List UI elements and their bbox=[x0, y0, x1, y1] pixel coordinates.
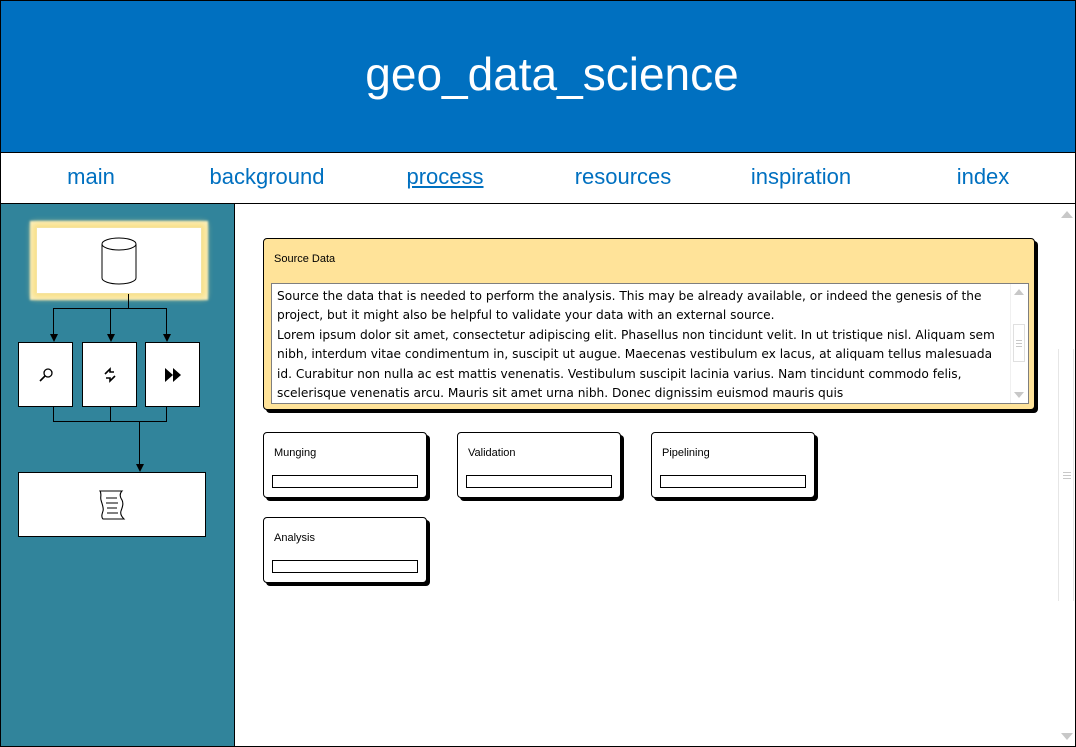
scroll-down-arrow-icon[interactable] bbox=[1014, 392, 1024, 398]
nav-link-process[interactable]: process bbox=[385, 164, 505, 190]
textarea-scrollbar[interactable] bbox=[1010, 284, 1028, 403]
nav-link-index[interactable]: index bbox=[923, 164, 1043, 190]
page-frame: geo_data_science main background process… bbox=[0, 0, 1076, 747]
flow-arrow bbox=[136, 464, 144, 472]
card-title: Validation bbox=[468, 447, 516, 459]
nav-link-resources[interactable]: resources bbox=[553, 164, 693, 190]
search-icon bbox=[38, 367, 53, 382]
card-input[interactable] bbox=[660, 475, 806, 488]
paragraph: Source the data that is needed to perfor… bbox=[277, 289, 982, 323]
flow-connector bbox=[53, 407, 54, 421]
fast-forward-icon bbox=[164, 367, 181, 382]
transform-icon bbox=[103, 366, 116, 383]
page-scrollbar[interactable] bbox=[1057, 204, 1075, 746]
grip-icon bbox=[1063, 472, 1071, 481]
source-data-card: Source Data Source the data that is need… bbox=[263, 238, 1035, 410]
paragraph: Lorem ipsum dolor sit amet, consectetur … bbox=[277, 327, 995, 401]
flow-connector bbox=[53, 421, 167, 422]
flow-step-analysis[interactable] bbox=[18, 472, 206, 537]
flow-connector bbox=[139, 421, 140, 464]
flow-step-munging[interactable] bbox=[18, 342, 73, 407]
card-title: Pipelining bbox=[662, 447, 710, 459]
site-header: geo_data_science bbox=[1, 1, 1075, 153]
nav-link-inspiration[interactable]: inspiration bbox=[731, 164, 871, 190]
grip-icon bbox=[1016, 340, 1022, 349]
pipelining-card[interactable]: Pipelining bbox=[651, 432, 815, 498]
flow-connector bbox=[166, 407, 167, 421]
nav-link-background[interactable]: background bbox=[197, 164, 337, 190]
validation-card[interactable]: Validation bbox=[457, 432, 621, 498]
flow-step-pipelining[interactable] bbox=[145, 342, 200, 407]
document-scroll-icon bbox=[98, 489, 126, 520]
card-title: Analysis bbox=[274, 532, 315, 544]
scroll-down-arrow-icon[interactable] bbox=[1061, 733, 1073, 740]
scroll-up-arrow-icon[interactable] bbox=[1014, 289, 1024, 295]
top-nav: main background process resources inspir… bbox=[1, 153, 1075, 204]
flow-connector bbox=[110, 407, 111, 421]
flow-step-validation[interactable] bbox=[82, 342, 137, 407]
nav-link-main[interactable]: main bbox=[31, 164, 151, 190]
scroll-up-arrow-icon[interactable] bbox=[1061, 211, 1073, 218]
flow-arrow bbox=[50, 334, 58, 342]
scrollbar-thumb[interactable] bbox=[1058, 349, 1074, 601]
card-title: Source Data bbox=[274, 253, 336, 265]
flow-connector bbox=[110, 308, 111, 334]
card-input[interactable] bbox=[466, 475, 612, 488]
munging-card[interactable]: Munging bbox=[263, 432, 427, 498]
card-input[interactable] bbox=[272, 475, 418, 488]
database-icon bbox=[101, 237, 137, 284]
source-data-textarea[interactable]: Source the data that is needed to perfor… bbox=[271, 283, 1029, 404]
flow-arrow bbox=[163, 334, 171, 342]
process-flow-sidebar bbox=[1, 204, 235, 746]
analysis-card[interactable]: Analysis bbox=[263, 517, 427, 583]
flow-connector bbox=[53, 308, 54, 334]
flow-arrow bbox=[107, 334, 115, 342]
card-title: Munging bbox=[274, 447, 317, 459]
site-title: geo_data_science bbox=[365, 48, 739, 100]
main-content: Source Data Source the data that is need… bbox=[235, 204, 1057, 746]
card-input[interactable] bbox=[272, 560, 418, 573]
flow-connector bbox=[128, 294, 129, 308]
textarea-content: Source the data that is needed to perfor… bbox=[277, 287, 1007, 403]
flow-step-source-data[interactable] bbox=[36, 227, 202, 294]
flow-connector bbox=[166, 308, 167, 334]
scrollbar-thumb[interactable] bbox=[1013, 324, 1025, 362]
